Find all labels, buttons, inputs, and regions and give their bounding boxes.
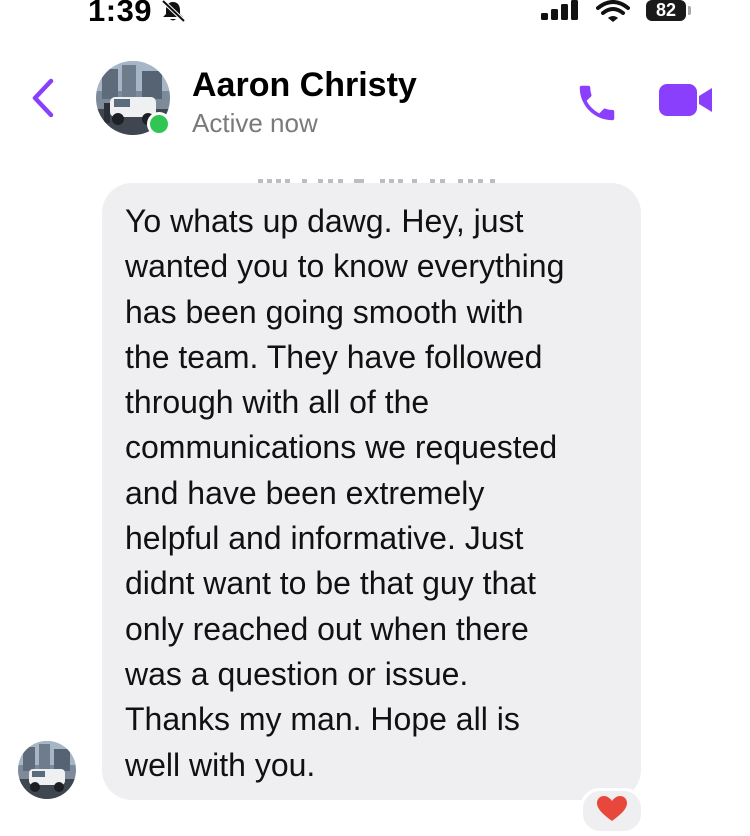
- message-bubble[interactable]: Yo whats up dawg. Hey, just wanted you t…: [102, 183, 641, 800]
- signal-bars-icon: [541, 0, 581, 25]
- heart-reaction[interactable]: [580, 788, 644, 834]
- message-text: Yo whats up dawg. Hey, just wanted you t…: [125, 203, 565, 783]
- wifi-icon: [596, 0, 630, 27]
- online-status-indicator: [147, 112, 171, 136]
- contact-active-status: Active now: [192, 108, 318, 138]
- status-time: 1:39: [88, 0, 153, 28]
- contact-name[interactable]: Aaron Christy: [192, 66, 417, 105]
- chevron-left-icon[interactable]: [30, 78, 56, 123]
- battery-icon: 82: [646, 0, 686, 21]
- conversation-header: Aaron Christy Active now: [0, 34, 750, 183]
- battery-nub: [688, 6, 691, 15]
- sender-avatar[interactable]: [18, 741, 76, 799]
- status-bar: 1:39 82: [0, 0, 750, 34]
- bell-slash-icon: [160, 0, 186, 27]
- video-camera-icon[interactable]: [657, 82, 715, 123]
- contact-avatar[interactable]: [96, 61, 171, 136]
- phone-icon[interactable]: [574, 80, 620, 131]
